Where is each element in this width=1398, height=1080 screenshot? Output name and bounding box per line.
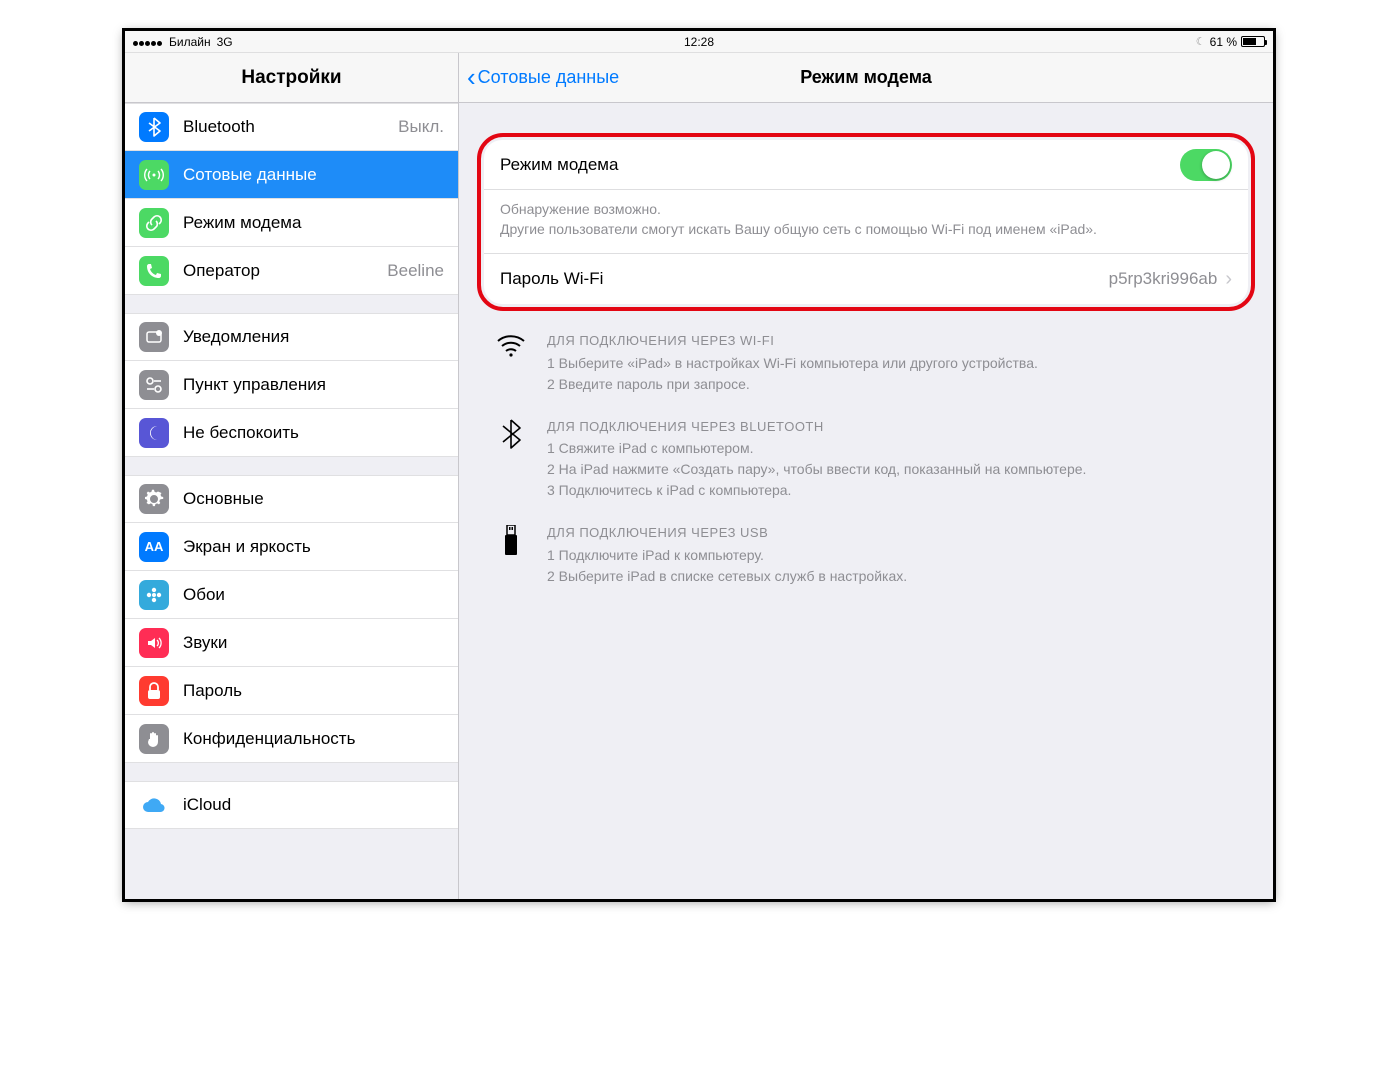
wifi-icon: [493, 331, 529, 395]
sidebar-item-label: Bluetooth: [183, 117, 398, 137]
hotspot-switch[interactable]: [1180, 149, 1232, 181]
sidebar-item-label: Сотовые данные: [183, 165, 444, 185]
moon-icon: [139, 418, 169, 448]
note-line: Другие пользователи смогут искать Вашу о…: [500, 220, 1232, 240]
sidebar-item-label: Обои: [183, 585, 444, 605]
instr-line: 3 Подключитесь к iPad с компьютера.: [547, 480, 1086, 501]
ipad-settings-screen: Билайн 3G 12:28 ☾ 61 % Настройки Bluetoo…: [124, 30, 1274, 900]
wifi-password-row[interactable]: Пароль Wi-Fi p5rp3kri996ab ›: [484, 254, 1248, 304]
notifications-icon: [139, 322, 169, 352]
usb-icon: [493, 523, 529, 587]
instr-heading: ДЛЯ ПОДКЛЮЧЕНИЯ ЧЕРЕЗ USB: [547, 523, 907, 543]
network-label: 3G: [217, 35, 233, 49]
detail-navbar: ‹ Сотовые данные Режим модема: [459, 53, 1273, 103]
sidebar-item-notifications[interactable]: Уведомления: [125, 313, 458, 361]
carrier-label: Билайн: [169, 35, 211, 49]
instr-line: 1 Свяжите iPad с компьютером.: [547, 438, 1086, 459]
settings-sidebar: Настройки Bluetooth Выкл. Сотовые данные: [125, 53, 459, 899]
sidebar-item-label: Пароль: [183, 681, 444, 701]
sidebar-item-label: Оператор: [183, 261, 387, 281]
battery-icon: [1241, 36, 1265, 47]
sidebar-item-wallpaper[interactable]: Обои: [125, 571, 458, 619]
hotspot-note: Обнаружение возможно. Другие пользовател…: [484, 190, 1248, 254]
sidebar-item-label: Пункт управления: [183, 375, 444, 395]
battery-percent: 61 %: [1210, 35, 1237, 49]
sidebar-item-display[interactable]: AA Экран и яркость: [125, 523, 458, 571]
bluetooth-icon: [139, 112, 169, 142]
instr-line: 1 Подключите iPad к компьютеру.: [547, 545, 907, 566]
status-bar: Билайн 3G 12:28 ☾ 61 %: [125, 31, 1273, 53]
link-icon: [139, 208, 169, 238]
sidebar-title: Настройки: [125, 53, 458, 103]
cell-label: Режим модема: [500, 155, 1180, 175]
bluetooth-instructions: ДЛЯ ПОДКЛЮЧЕНИЯ ЧЕРЕЗ BLUETOOTH 1 Свяжит…: [493, 417, 1239, 502]
instr-line: 2 На iPad нажмите «Создать пару», чтобы …: [547, 459, 1086, 480]
speaker-icon: [139, 628, 169, 658]
note-line: Обнаружение возможно.: [500, 200, 1232, 220]
sidebar-item-label: Звуки: [183, 633, 444, 653]
sidebar-item-hotspot[interactable]: Режим модема: [125, 199, 458, 247]
back-label: Сотовые данные: [478, 67, 620, 88]
sidebar-item-label: Основные: [183, 489, 444, 509]
sidebar-item-value: Выкл.: [398, 117, 444, 137]
instr-line: 2 Выберите iPad в списке сетевых служб в…: [547, 566, 907, 587]
instr-line: 2 Введите пароль при запросе.: [547, 374, 1038, 395]
sidebar-item-passcode[interactable]: Пароль: [125, 667, 458, 715]
dnd-moon-icon: ☾: [1196, 35, 1206, 48]
sidebar-item-label: Режим модема: [183, 213, 444, 233]
sidebar-item-label: Не беспокоить: [183, 423, 444, 443]
clock: 12:28: [684, 35, 714, 49]
sidebar-item-label: Конфиденциальность: [183, 729, 444, 749]
antenna-icon: [139, 160, 169, 190]
sidebar-item-label: iCloud: [183, 795, 444, 815]
highlighted-group: Режим модема Обнаружение возможно. Други…: [477, 133, 1255, 311]
signal-dots-icon: [133, 35, 163, 49]
sidebar-item-value: Beeline: [387, 261, 444, 281]
lock-icon: [139, 676, 169, 706]
wifi-instructions: ДЛЯ ПОДКЛЮЧЕНИЯ ЧЕРЕЗ WI-FI 1 Выберите «…: [493, 331, 1239, 395]
bluetooth-icon: [493, 417, 529, 502]
gear-icon: [139, 484, 169, 514]
phone-icon: [139, 256, 169, 286]
sidebar-item-sounds[interactable]: Звуки: [125, 619, 458, 667]
sidebar-item-cellular[interactable]: Сотовые данные: [125, 151, 458, 199]
sidebar-item-bluetooth[interactable]: Bluetooth Выкл.: [125, 103, 458, 151]
flower-icon: [139, 580, 169, 610]
sidebar-item-privacy[interactable]: Конфиденциальность: [125, 715, 458, 763]
sidebar-item-control-center[interactable]: Пункт управления: [125, 361, 458, 409]
detail-title: Режим модема: [800, 67, 932, 88]
sidebar-item-label: Уведомления: [183, 327, 444, 347]
sidebar-item-dnd[interactable]: Не беспокоить: [125, 409, 458, 457]
cloud-icon: [139, 790, 169, 820]
sidebar-item-general[interactable]: Основные: [125, 475, 458, 523]
detail-pane: ‹ Сотовые данные Режим модема Режим моде…: [459, 53, 1273, 899]
back-button[interactable]: ‹ Сотовые данные: [459, 67, 619, 88]
instr-heading: ДЛЯ ПОДКЛЮЧЕНИЯ ЧЕРЕЗ BLUETOOTH: [547, 417, 1086, 437]
sidebar-item-carrier[interactable]: Оператор Beeline: [125, 247, 458, 295]
text-size-icon: AA: [139, 532, 169, 562]
cell-label: Пароль Wi-Fi: [500, 269, 1109, 289]
instr-line: 1 Выберите «iPad» в настройках Wi-Fi ком…: [547, 353, 1038, 374]
sidebar-item-icloud[interactable]: iCloud: [125, 781, 458, 829]
hotspot-toggle-row[interactable]: Режим модема: [484, 140, 1248, 190]
cell-value: p5rp3kri996ab: [1109, 269, 1218, 289]
sidebar-item-label: Экран и яркость: [183, 537, 444, 557]
chevron-right-icon: ›: [1225, 268, 1232, 291]
hand-icon: [139, 724, 169, 754]
usb-instructions: ДЛЯ ПОДКЛЮЧЕНИЯ ЧЕРЕЗ USB 1 Подключите i…: [493, 523, 1239, 587]
instr-heading: ДЛЯ ПОДКЛЮЧЕНИЯ ЧЕРЕЗ WI-FI: [547, 331, 1038, 351]
toggles-icon: [139, 370, 169, 400]
